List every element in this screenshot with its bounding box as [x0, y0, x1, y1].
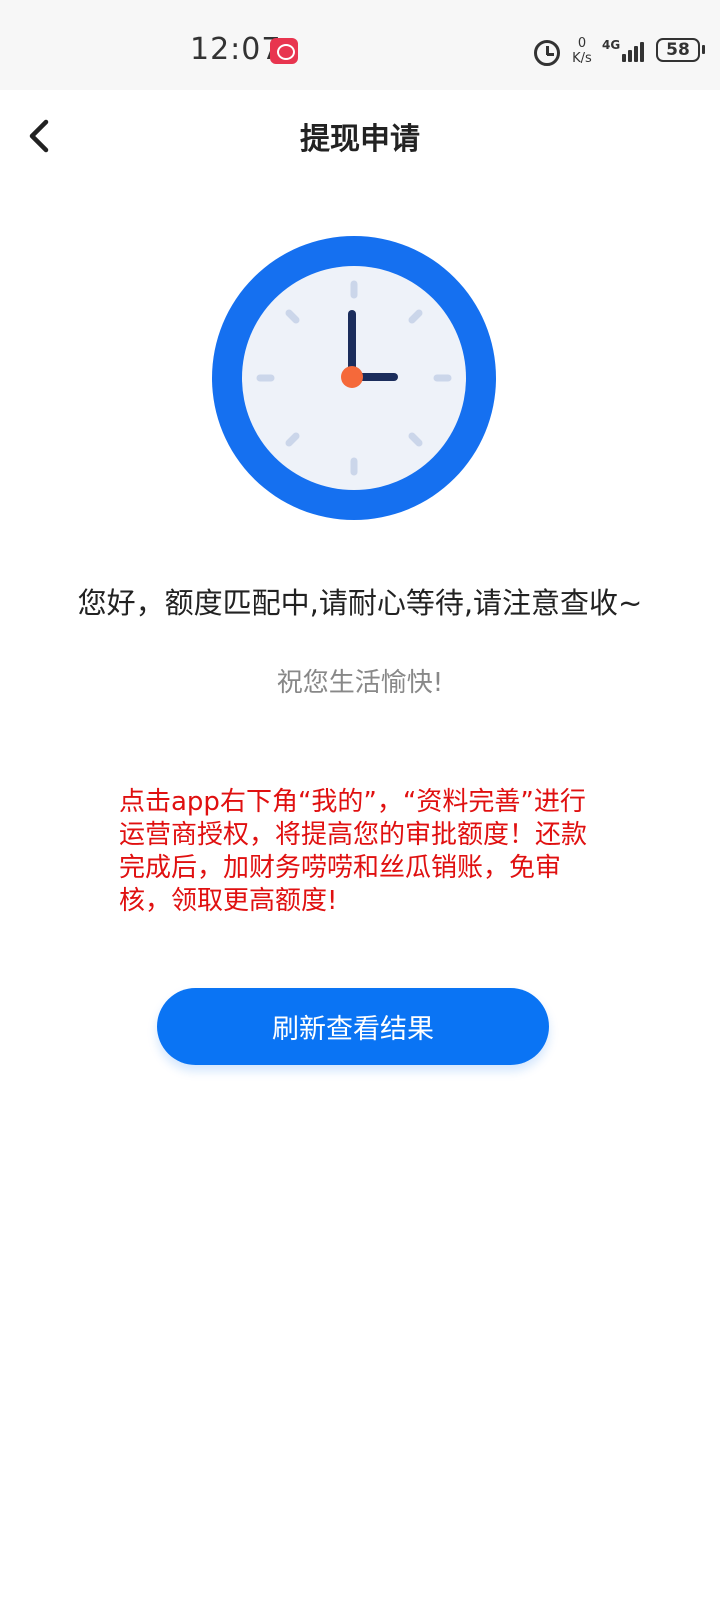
- clock-icon: [212, 236, 496, 520]
- network-speed-unit: K/s: [572, 51, 592, 66]
- battery-icon: 58: [656, 38, 700, 62]
- signal-icon: [618, 38, 650, 62]
- notice-text: 点击app右下角“我的”，“资料完善”进行运营商授权，将提高您的审批额度！还款完…: [119, 787, 588, 916]
- status-bar: 12:07 0 K/s 4G 58: [0, 0, 720, 90]
- network-speed: 0 K/s: [566, 36, 598, 66]
- greeting-message: 祝您生活愉快!: [276, 668, 444, 698]
- status-time: 12:07: [190, 32, 282, 67]
- page-title: 提现申请: [300, 122, 420, 157]
- nav-bar: 提现申请: [0, 90, 720, 180]
- network-speed-value: 0: [577, 36, 587, 51]
- matching-status-message: 您好，额度匹配中,请耐心等待,请注意查收~: [77, 586, 643, 620]
- alarm-icon: [534, 40, 560, 66]
- battery-tip: [702, 45, 705, 54]
- refresh-result-button[interactable]: 刷新查看结果: [157, 988, 549, 1065]
- app-notification-icon: [270, 38, 298, 64]
